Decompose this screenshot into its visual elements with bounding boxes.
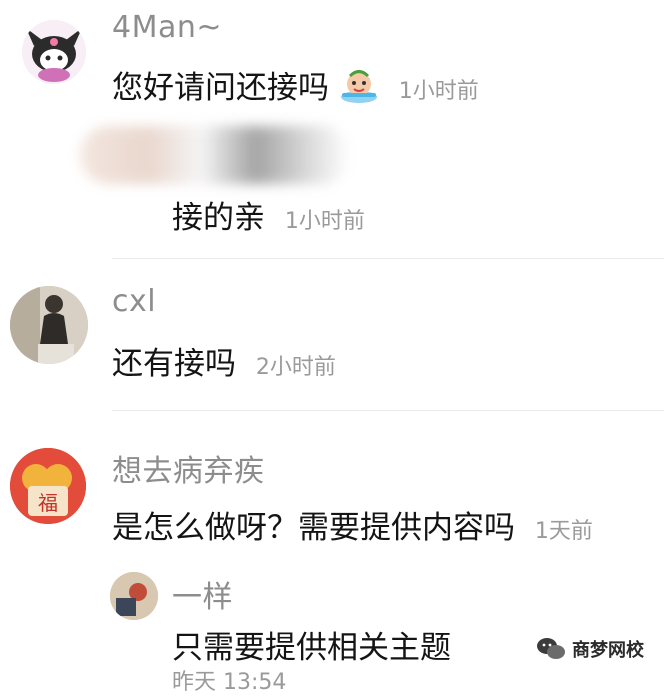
divider: [112, 258, 664, 259]
svg-text:福: 福: [38, 491, 58, 515]
username[interactable]: 一样: [172, 572, 233, 616]
comment-text: 您好请问还接吗 1小时前: [112, 62, 479, 111]
comment-body: 是怎么做呀？需要提供内容吗: [112, 510, 515, 546]
reply-text: 接的亲 1小时前: [172, 192, 365, 237]
reply-body: 接的亲: [172, 200, 265, 236]
reply-text: 只需要提供相关主题: [172, 630, 451, 666]
avatar[interactable]: [22, 20, 86, 84]
tiger-avatar-icon: 福: [10, 448, 86, 524]
divider: [112, 410, 664, 411]
username[interactable]: 想去病弃疾: [112, 446, 265, 490]
comment-body: 还有接吗: [112, 346, 236, 382]
crying-face-icon: [339, 69, 379, 111]
kuromi-avatar-icon: [22, 20, 86, 84]
watermark-text: 商梦网校: [572, 640, 644, 661]
blurred-username: [80, 126, 350, 184]
watermark: 商梦网校: [536, 636, 644, 662]
comment-text: 是怎么做呀？需要提供内容吗 1天前: [112, 502, 593, 547]
avatar[interactable]: 福: [10, 448, 86, 524]
comment-text: 还有接吗 2小时前: [112, 338, 336, 383]
avatar[interactable]: [110, 572, 158, 620]
wechat-icon: [537, 638, 565, 659]
person-photo-icon: [10, 286, 88, 364]
person-photo-icon: [110, 572, 158, 620]
username[interactable]: 4Man~: [112, 10, 222, 45]
avatar[interactable]: [10, 286, 88, 364]
timestamp: 昨天 13:54: [172, 670, 287, 695]
username[interactable]: cxl: [112, 284, 156, 319]
comment-body: 您好请问还接吗: [112, 70, 329, 106]
timestamp: 1小时前: [284, 209, 365, 234]
timestamp: 2小时前: [255, 355, 336, 380]
timestamp: 1小时前: [398, 79, 479, 104]
timestamp: 1天前: [534, 519, 593, 544]
